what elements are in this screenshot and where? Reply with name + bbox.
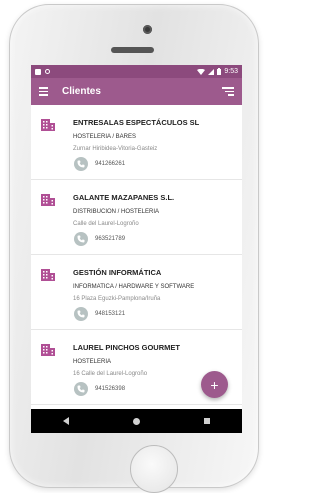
app-bar: Clientes (31, 78, 242, 105)
phone-icon[interactable] (74, 382, 88, 396)
sort-icon[interactable] (222, 87, 234, 96)
plus-icon: + (210, 376, 219, 393)
client-category: DISTRIBUCION / HOSTELERIA (73, 209, 160, 215)
add-client-button[interactable]: + (201, 371, 228, 398)
phone-icon[interactable] (74, 307, 88, 321)
client-card[interactable]: ENTRESALAS ESPECTÁCULOS SL HOSTELERIA / … (31, 105, 242, 180)
client-category: HOSTELERIA (73, 359, 112, 365)
back-icon[interactable] (63, 417, 69, 425)
notification-icon (35, 68, 41, 75)
client-address: Zurnar Hiribidea-Vitoria-Gasteiz (73, 146, 158, 152)
client-phone[interactable]: 963521789 (95, 236, 125, 242)
client-phone[interactable]: 941526398 (95, 386, 125, 392)
client-phone[interactable]: 941266261 (95, 161, 125, 167)
client-category: INFORMATICA / HARDWARE Y SOFTWARE (73, 284, 195, 290)
building-icon (41, 269, 55, 281)
signal-icon (208, 68, 215, 75)
clock: 9:53 (224, 68, 238, 75)
building-icon (41, 119, 55, 131)
client-name: ENTRESALAS ESPECTÁCULOS SL (73, 118, 200, 127)
recent-apps-icon[interactable] (204, 418, 210, 424)
client-phone[interactable]: 948153121 (95, 311, 125, 317)
client-name: GALANTE MAZAPANES S.L. (73, 193, 175, 202)
battery-icon (217, 68, 222, 75)
client-address: Calle del Laurel-Logroño (73, 221, 139, 227)
client-category: HOSTELERIA / BARES (73, 134, 137, 140)
client-name: LAUREL PINCHOS GOURMET (73, 343, 180, 352)
android-nav-bar (31, 409, 242, 433)
home-icon[interactable] (133, 417, 140, 425)
sync-icon (45, 69, 50, 74)
client-address: 16 Calle del Laurel-Logroño (73, 371, 148, 377)
phone-icon[interactable] (74, 157, 88, 171)
building-icon (41, 344, 55, 356)
status-bar: 9:53 (31, 65, 242, 78)
app-screen: 9:53 Clientes ENTRESALAS ESPECTÁCULOS SL… (31, 65, 242, 433)
building-icon (41, 194, 55, 206)
client-card[interactable]: GESTIÓN INFORMÁTICA INFORMATICA / HARDWA… (31, 255, 242, 330)
client-card[interactable]: GALANTE MAZAPANES S.L. DISTRIBUCION / HO… (31, 180, 242, 255)
client-name: GESTIÓN INFORMÁTICA (73, 268, 162, 277)
wifi-icon (197, 68, 206, 75)
client-list: ENTRESALAS ESPECTÁCULOS SL HOSTELERIA / … (31, 105, 242, 405)
client-address: 16 Plaza Eguzki-Pamplona/Iruña (73, 296, 161, 302)
home-button[interactable] (130, 445, 178, 493)
page-title: Clientes (62, 86, 101, 97)
earpiece (111, 47, 154, 53)
front-camera (143, 25, 152, 34)
menu-icon[interactable] (39, 87, 48, 96)
phone-icon[interactable] (74, 232, 88, 246)
